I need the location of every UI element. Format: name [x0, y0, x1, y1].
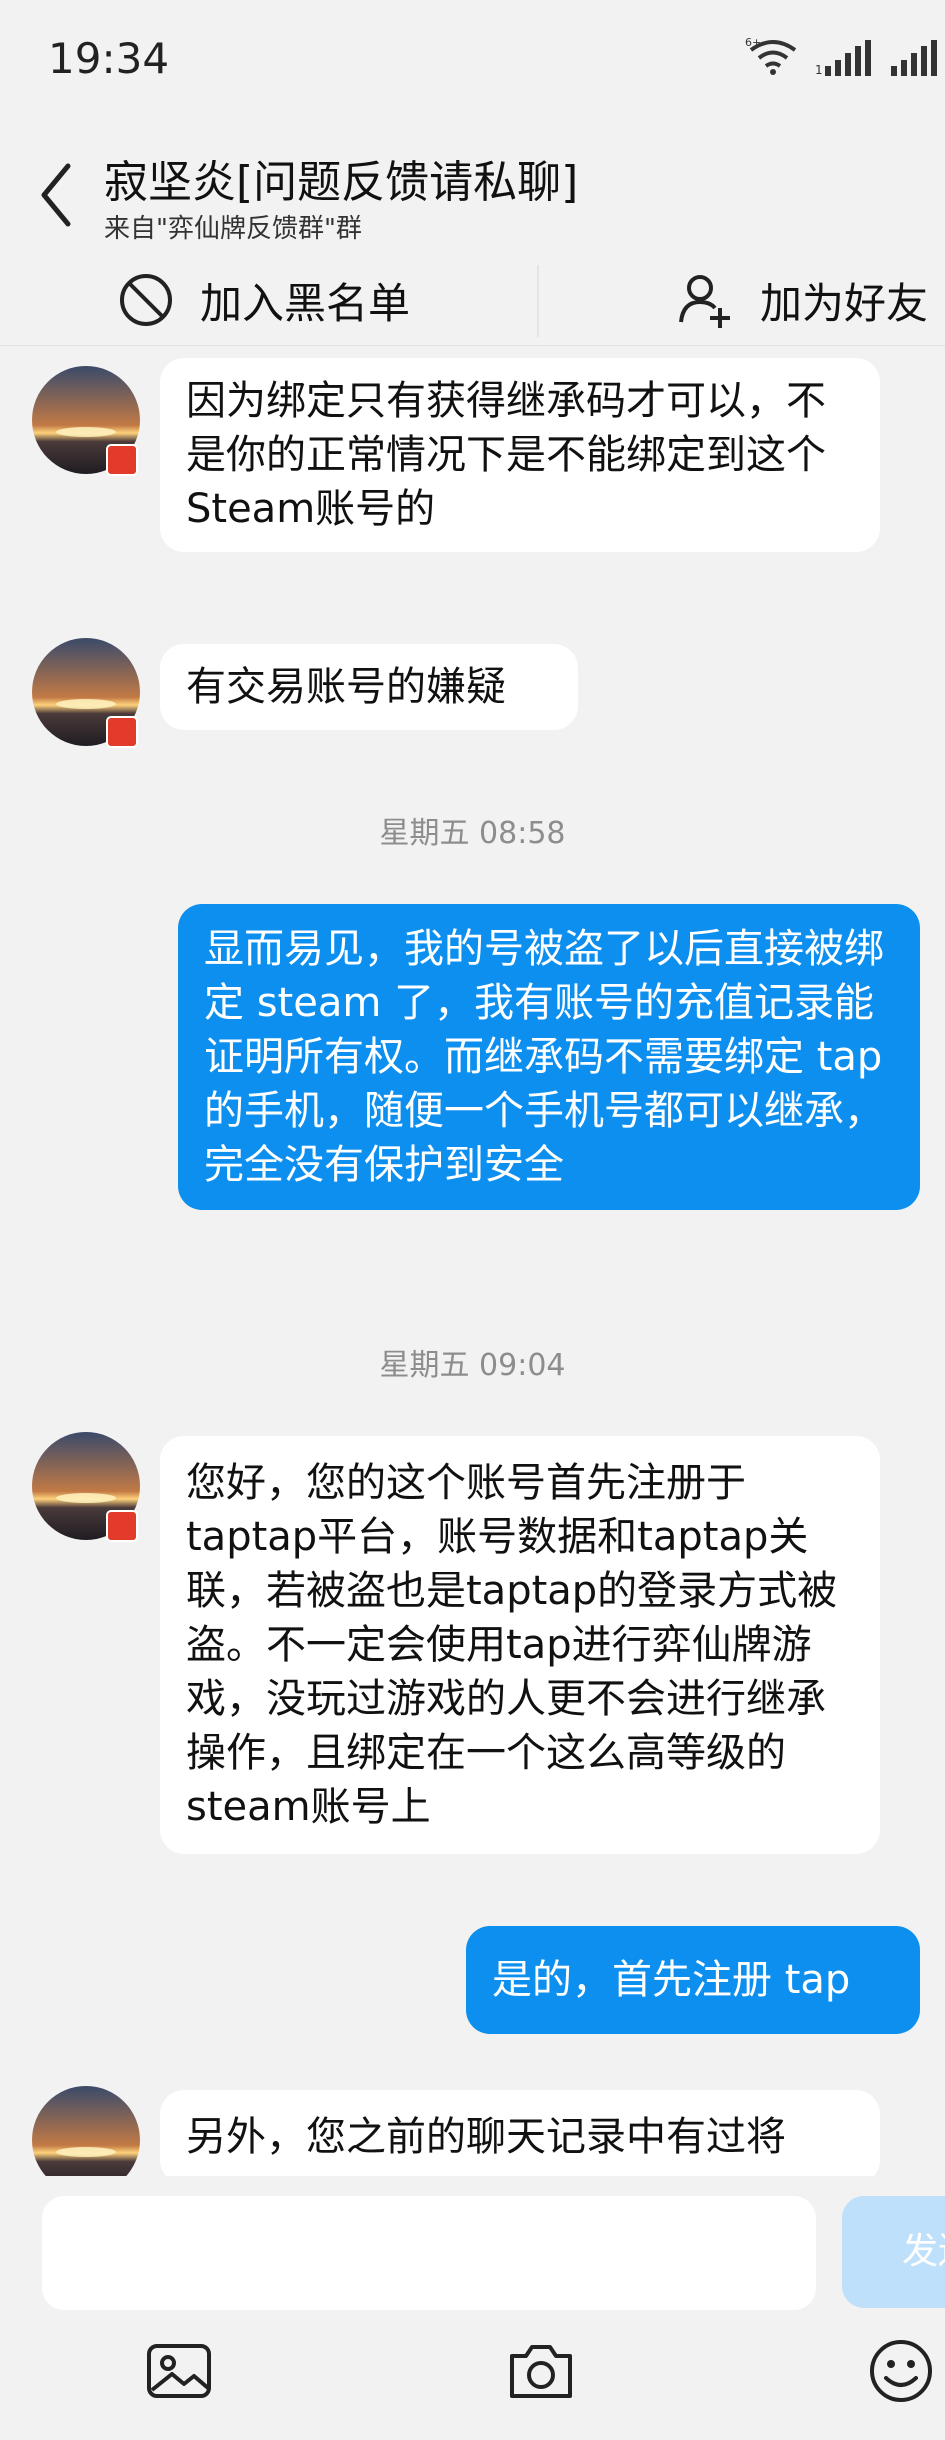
clock: 19:34: [48, 34, 170, 83]
chat-title: 寂坚炎[问题反馈请私聊]: [104, 157, 579, 208]
signal-icon-sim2: [891, 40, 937, 76]
message-bubble-outgoing[interactable]: 显而易见，我的号被盗了以后直接被绑定 steam 了，我有账号的充值记录能证明所…: [178, 904, 920, 1210]
avatar-badge: [106, 444, 138, 476]
back-icon[interactable]: [36, 160, 76, 230]
timestamp: 星期五 08:58: [379, 816, 566, 851]
timestamp: 星期五 09:04: [379, 1348, 566, 1383]
add-friend-button[interactable]: 加为好友: [678, 255, 928, 345]
add-friend-label: 加为好友: [760, 278, 929, 328]
status-icons: 6+ 1: [745, 36, 939, 76]
chat-header: 寂坚炎[问题反馈请私聊] 来自"弈仙牌反馈群"群: [0, 130, 945, 250]
send-button[interactable]: 发送: [842, 2196, 945, 2308]
chat-subtitle: 来自"弈仙牌反馈群"群: [104, 214, 362, 244]
emoji-icon[interactable]: [866, 2336, 936, 2406]
avatar-badge: [106, 1510, 138, 1542]
block-label: 加入黑名单: [200, 278, 411, 328]
chat-messages[interactable]: 因为绑定只有获得继承码才可以，不是你的正常情况下是不能绑定到这个Steam账号的…: [0, 346, 945, 2176]
action-bar: 加入黑名单 加为好友: [0, 255, 945, 346]
image-icon[interactable]: [144, 2336, 214, 2406]
block-button[interactable]: 加入黑名单: [118, 255, 410, 345]
avatar[interactable]: [32, 2086, 140, 2176]
message-bubble-incoming[interactable]: 另外，您之前的聊天记录中有过将: [160, 2090, 880, 2176]
status-bar: 19:34 6+ 1: [0, 0, 945, 120]
block-icon: [120, 274, 172, 326]
add-friend-icon: [679, 275, 730, 328]
message-bubble-incoming[interactable]: 您好，您的这个账号首先注册于taptap平台，账号数据和taptap关联，若被盗…: [160, 1436, 880, 1854]
network-type-label: 6+: [745, 36, 761, 49]
message-input[interactable]: [42, 2196, 816, 2310]
composer: 发送: [0, 2176, 945, 2440]
camera-icon[interactable]: [506, 2336, 576, 2406]
message-bubble-incoming[interactable]: 因为绑定只有获得继承码才可以，不是你的正常情况下是不能绑定到这个Steam账号的: [160, 358, 880, 552]
wifi-icon: 6+: [745, 36, 797, 75]
message-bubble-outgoing[interactable]: 是的，首先注册 tap: [466, 1926, 920, 2034]
svg-text:1: 1: [815, 63, 823, 76]
signal-icon-sim1: 1: [815, 40, 871, 76]
action-divider: [537, 265, 539, 337]
avatar-badge: [106, 716, 138, 748]
message-bubble-incoming[interactable]: 有交易账号的嫌疑: [160, 644, 578, 730]
